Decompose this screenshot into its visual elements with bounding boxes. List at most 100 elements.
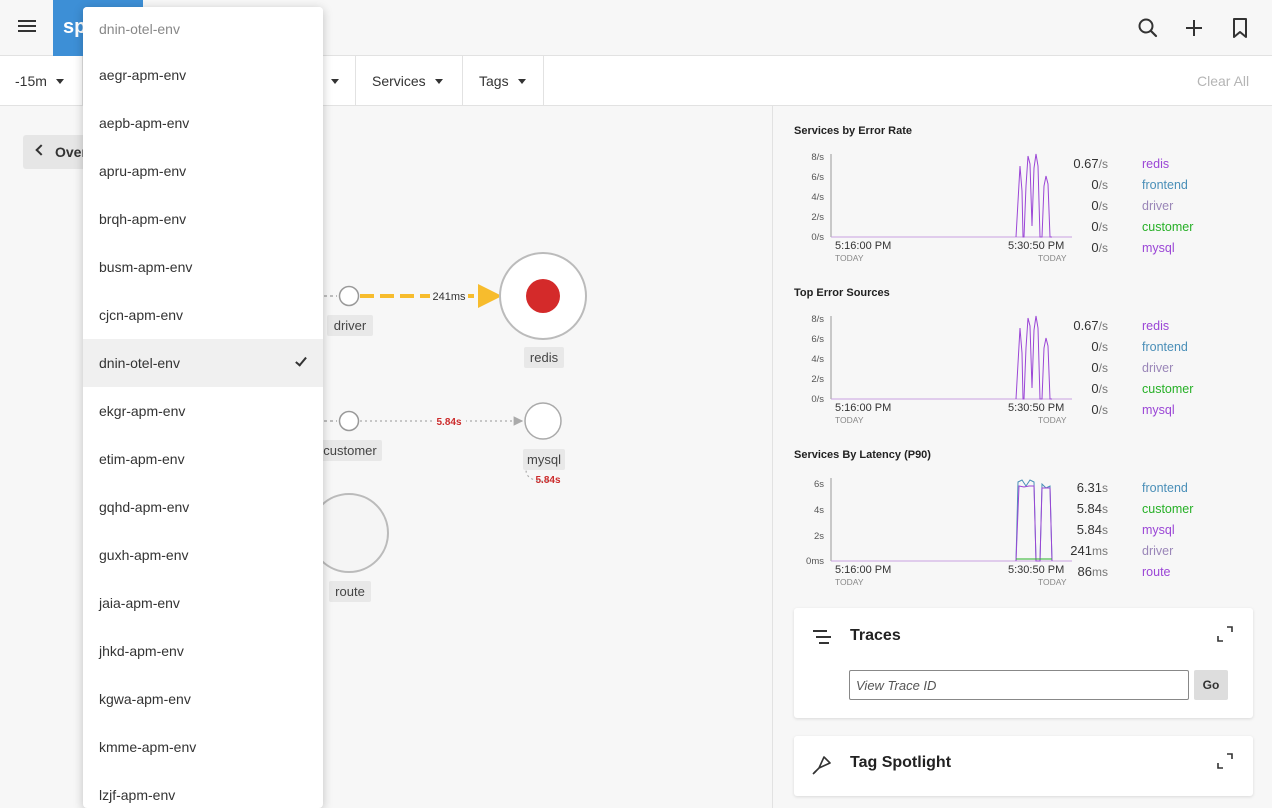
environment-option[interactable]: busm-apm-env (83, 243, 323, 291)
right-panel: Services by Error Rate 8/s 6/s 4/s 2/s 0… (774, 106, 1272, 808)
tags-filter-label: Tags (479, 73, 509, 89)
services-filter-label: Services (372, 73, 426, 89)
environment-option[interactable]: aepb-apm-env (83, 99, 323, 147)
y-tick-label: 8/s (811, 152, 824, 163)
error-sources-chart-title: Top Error Sources (794, 287, 890, 299)
environment-option-label: guxh-apm-env (99, 547, 189, 563)
edge-customer-mysql-latency: 5.84s (436, 417, 461, 428)
chevron-down-icon (434, 78, 443, 84)
time-range-filter[interactable]: -15m (0, 56, 83, 106)
bookmark-icon[interactable] (1227, 15, 1253, 41)
node-route-label: route (335, 584, 365, 599)
traces-title: Traces (850, 627, 901, 644)
environment-option-label: aepb-apm-env (99, 115, 190, 131)
legend-value: 5.84s (1076, 501, 1108, 516)
legend-row[interactable]: 0/s customer (1074, 219, 1224, 240)
legend-row[interactable]: 0/s mysql (1074, 402, 1224, 423)
environment-option[interactable]: aegr-apm-env (83, 51, 323, 99)
legend-name: customer (1142, 502, 1194, 516)
legend-row[interactable]: 0/s frontend (1074, 339, 1224, 360)
plus-icon[interactable] (1181, 15, 1207, 41)
environment-option[interactable]: apru-apm-env (83, 147, 323, 195)
services-filter[interactable]: Services (356, 56, 463, 106)
environment-dropdown: aegr-apm-env aepb-apm-env apru-apm-env brqh… (83, 7, 323, 808)
x-tick-label: 5:30:50 PM (1008, 564, 1064, 576)
node-driver[interactable] (338, 285, 360, 307)
x-tick-label: 5:16:00 PM (835, 402, 891, 414)
latency-chart[interactable]: 6s 4s 2s 0ms 5:16:00 PM 5:30:50 PM TODAY… (774, 470, 1074, 592)
error-rate-chart-title: Services by Error Rate (794, 125, 913, 137)
environment-option[interactable]: etim-apm-env (83, 435, 323, 483)
legend-row[interactable]: 0/s frontend (1074, 177, 1224, 198)
error-sources-chart[interactable]: 8/s 6/s 4/s 2/s 0/s 5:16:00 PM 5:30:50 P… (774, 308, 1074, 430)
environment-option[interactable]: guxh-apm-env (83, 531, 323, 579)
legend-row[interactable]: 0/s driver (1074, 360, 1224, 381)
environment-option-label: aegr-apm-env (99, 67, 187, 83)
y-tick-label: 2s (814, 531, 824, 542)
legend-name: frontend (1142, 481, 1188, 495)
legend-row[interactable]: 5.84s customer (1074, 501, 1224, 522)
tags-filter[interactable]: Tags (463, 56, 544, 106)
y-tick-label: 2/s (811, 212, 824, 223)
environment-option-label: jhkd-apm-env (99, 643, 184, 659)
legend-row[interactable]: 5.84s mysql (1074, 522, 1224, 543)
node-customer[interactable] (338, 410, 360, 432)
legend-row[interactable]: 241ms driver (1070, 543, 1224, 564)
environment-option-label: busm-apm-env (99, 259, 193, 275)
environment-option-label: cjcn-apm-env (99, 307, 184, 323)
legend-value: 0/s (1091, 177, 1108, 192)
search-icon[interactable] (1135, 15, 1161, 41)
legend-name: customer (1142, 220, 1194, 234)
environment-option[interactable]: dnin-otel-env (83, 339, 323, 387)
legend-row[interactable]: 0/s customer (1074, 381, 1224, 402)
x-tick-sublabel: TODAY (835, 415, 864, 425)
expand-icon[interactable] (1216, 752, 1234, 770)
node-mysql[interactable] (524, 402, 562, 440)
legend-value: 241ms (1070, 543, 1108, 558)
chevron-down-icon (331, 78, 339, 84)
environment-option[interactable]: kmme-apm-env (83, 723, 323, 771)
x-tick-label: 5:16:00 PM (835, 564, 891, 576)
node-mysql-label: mysql (527, 452, 561, 467)
environment-search-input[interactable] (83, 7, 323, 51)
environment-option[interactable]: ekgr-apm-env (83, 387, 323, 435)
legend-row[interactable]: 0.67/s redis (1073, 318, 1224, 339)
legend-row[interactable]: 0/s mysql (1074, 240, 1224, 261)
trace-id-input[interactable] (849, 670, 1189, 700)
environment-option-label: jaia-apm-env (99, 595, 180, 611)
environment-option[interactable]: jaia-apm-env (83, 579, 323, 627)
clear-all-button[interactable]: Clear All (1197, 73, 1249, 89)
traces-icon (813, 630, 831, 644)
expand-icon[interactable] (1216, 625, 1234, 643)
environment-option[interactable]: lzjf-apm-env (83, 771, 323, 808)
y-tick-label: 0ms (806, 556, 824, 567)
environment-option[interactable]: cjcn-apm-env (83, 291, 323, 339)
environment-option-label: brqh-apm-env (99, 211, 187, 227)
x-tick-sublabel: TODAY (1038, 577, 1067, 587)
spotlight-icon (812, 756, 831, 775)
error-rate-chart[interactable]: 8/s 6/s 4/s 2/s 0/s 5:16:00 PM 5:30:50 P… (774, 146, 1074, 268)
legend-row[interactable]: 0.67/s redis (1073, 156, 1224, 177)
legend-row[interactable]: 86ms route (1074, 564, 1224, 585)
environment-option[interactable]: kgwa-apm-env (83, 675, 323, 723)
environment-option[interactable]: jhkd-apm-env (83, 627, 323, 675)
environment-option-label: kmme-apm-env (99, 739, 197, 755)
legend-value: 0.67/s (1073, 156, 1108, 171)
x-tick-sublabel: TODAY (835, 253, 864, 263)
tag-spotlight-title: Tag Spotlight (850, 754, 952, 771)
chevron-down-icon (517, 78, 526, 84)
x-tick-label: 5:30:50 PM (1008, 402, 1064, 414)
environment-option-label: ekgr-apm-env (99, 403, 186, 419)
environment-option[interactable]: brqh-apm-env (83, 195, 323, 243)
legend-row[interactable]: 6.31s frontend (1074, 480, 1224, 501)
legend-value: 5.84s (1076, 522, 1108, 537)
menu-icon[interactable] (14, 16, 40, 40)
environment-option[interactable]: gqhd-apm-env (83, 483, 323, 531)
go-button[interactable]: Go (1194, 670, 1228, 700)
tag-spotlight-card[interactable]: Tag Spotlight (794, 736, 1253, 796)
legend-value: 0/s (1091, 339, 1108, 354)
legend-row[interactable]: 0/s driver (1074, 198, 1224, 219)
legend-name: driver (1142, 361, 1174, 375)
legend-value: 0/s (1091, 381, 1108, 396)
legend-value: 0/s (1091, 240, 1108, 255)
